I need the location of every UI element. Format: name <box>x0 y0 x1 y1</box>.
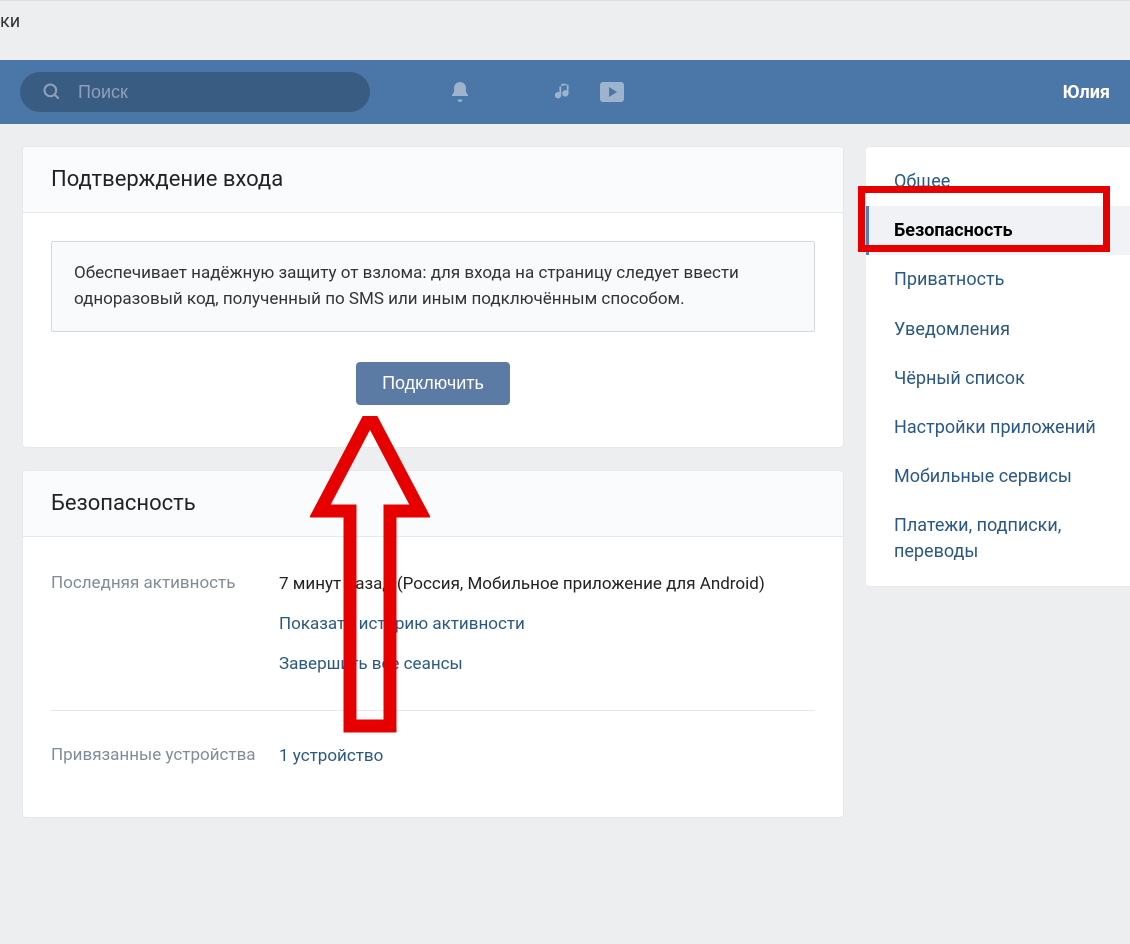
nav-username[interactable]: Юлия <box>1063 82 1110 103</box>
end-sessions-link[interactable]: Завершить все сеансы <box>279 651 463 677</box>
divider <box>51 710 815 711</box>
sidebar-item-label: Уведомления <box>894 319 1010 340</box>
sidebar-item-blacklist[interactable]: Чёрный список <box>866 354 1130 403</box>
sidebar-item-label: Чёрный список <box>894 368 1025 389</box>
sidebar-item-app-settings[interactable]: Настройки приложений <box>866 403 1130 452</box>
search-box[interactable] <box>20 72 370 112</box>
security-card: Безопасность Последняя активность 7 мину… <box>22 470 844 818</box>
top-nav: Юлия <box>0 60 1130 124</box>
last-activity-label: Последняя активность <box>51 571 279 678</box>
sidebar-item-label: Платежи, подписки, переводы <box>894 515 1061 561</box>
devices-label: Привязанные устройства <box>51 743 279 769</box>
breadcrumb-text: ки <box>0 11 20 32</box>
card-title-confirm: Подтверждение входа <box>51 167 815 192</box>
show-history-link[interactable]: Показать историю активности <box>279 611 525 637</box>
search-icon <box>38 78 66 106</box>
sidebar-item-label: Безопасность <box>894 220 1013 241</box>
sidebar-item-mobile[interactable]: Мобильные сервисы <box>866 452 1130 501</box>
last-activity-value: 7 минут назад (Россия, Мобильное приложе… <box>279 574 765 594</box>
connect-button[interactable]: Подключить <box>356 362 510 405</box>
sidebar-item-security[interactable]: Безопасность <box>866 206 1130 255</box>
devices-link[interactable]: 1 устройство <box>279 743 383 769</box>
video-play-icon[interactable] <box>598 78 626 106</box>
settings-sidebar: Общее Безопасность Приватность Уведомлен… <box>866 146 1130 587</box>
sidebar-item-notifications[interactable]: Уведомления <box>866 305 1130 354</box>
music-icon[interactable] <box>550 78 578 106</box>
sidebar-item-label: Общее <box>894 171 950 192</box>
card-title-security: Безопасность <box>51 491 815 516</box>
breadcrumb-fragment: ки <box>0 0 1130 60</box>
sidebar-item-privacy[interactable]: Приватность <box>866 255 1130 304</box>
sidebar-item-general[interactable]: Общее <box>866 157 1130 206</box>
info-box: Обеспечивает надёжную защиту от взлома: … <box>51 241 815 332</box>
bell-icon[interactable] <box>446 78 474 106</box>
login-confirmation-card: Подтверждение входа Обеспечивает надёжну… <box>22 146 844 448</box>
sidebar-item-label: Настройки приложений <box>894 417 1096 438</box>
sidebar-item-label: Приватность <box>894 269 1004 290</box>
search-input[interactable] <box>78 82 352 103</box>
sidebar-item-payments[interactable]: Платежи, подписки, переводы <box>866 501 1130 575</box>
sidebar-item-label: Мобильные сервисы <box>894 466 1072 487</box>
